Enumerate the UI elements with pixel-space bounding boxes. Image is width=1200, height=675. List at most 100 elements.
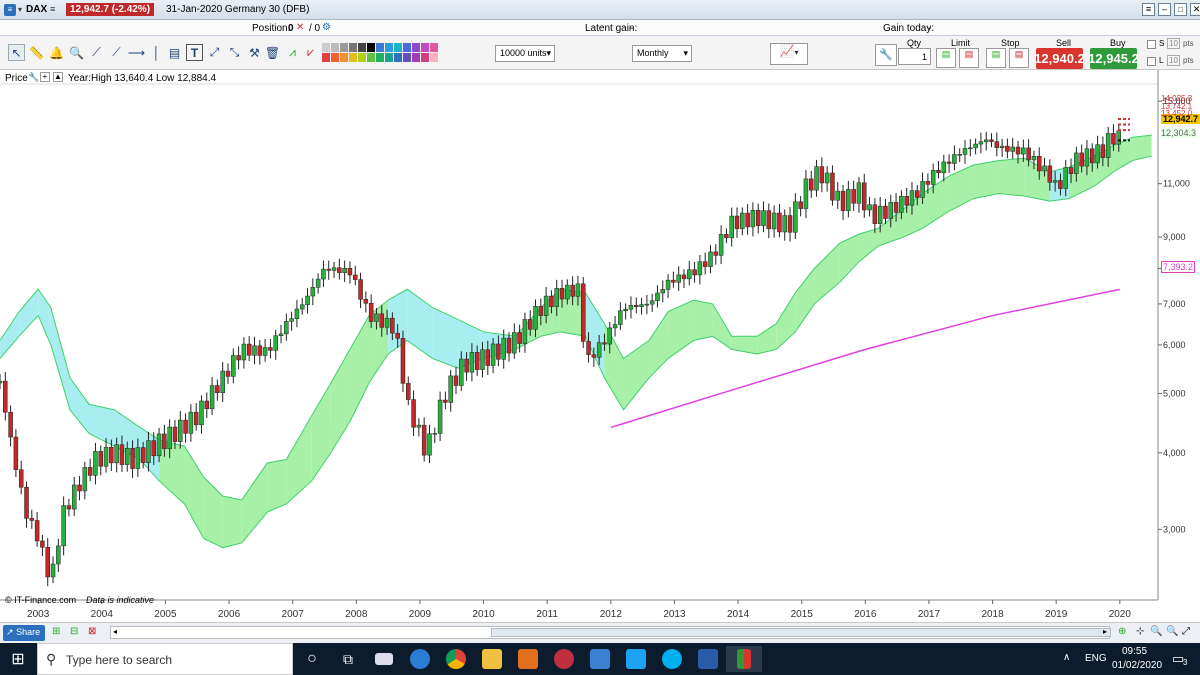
vertical-line-icon[interactable]: │	[148, 44, 165, 61]
fit-icon[interactable]: ⤢	[1182, 626, 1190, 637]
trading-app-icon[interactable]	[726, 646, 762, 672]
chart-zoom-icon[interactable]: ⊕	[1118, 626, 1126, 637]
units-select[interactable]: 10000 units ▾	[495, 45, 555, 62]
hammer-icon[interactable]: ⚒	[246, 44, 263, 61]
close-position-icon[interactable]: ✕	[296, 22, 304, 33]
windows-start-icon[interactable]: ⊞	[0, 646, 36, 672]
candle-body	[740, 212, 745, 229]
price-chart[interactable]: 3,0004,0005,0006,0007,0008,0009,00011,00…	[0, 70, 1200, 622]
wrench-icon[interactable]: 🔧	[875, 44, 897, 66]
zoom-in-icon[interactable]: ⊞	[52, 626, 60, 637]
zoom-icon[interactable]: 🔍	[68, 44, 85, 61]
stop-checkbox[interactable]	[1147, 40, 1156, 49]
chart-scrollbar[interactable]: ◂ ▸	[110, 626, 1111, 639]
stop-buy-icon[interactable]: ▤	[986, 48, 1006, 68]
clock-time[interactable]: 09:55	[1122, 646, 1147, 657]
pattern-red-icon[interactable]: ⩗	[302, 44, 319, 61]
minimize-icon[interactable]: –	[1158, 3, 1171, 16]
scroll-right-icon[interactable]: ▸	[1103, 627, 1107, 636]
window-menu-icon[interactable]: ≡	[1142, 3, 1155, 16]
delete-trash-icon[interactable]: 🗑	[264, 44, 281, 61]
candle-body	[655, 292, 660, 301]
outlook-icon[interactable]	[690, 646, 726, 672]
candle-body	[490, 343, 496, 366]
mail-icon[interactable]	[366, 646, 402, 672]
stop-pts-value[interactable]: 10	[1167, 38, 1180, 49]
skype-icon[interactable]	[654, 646, 690, 672]
candle-body	[724, 234, 729, 239]
candle-body	[215, 385, 220, 393]
sell-button[interactable]: 12,940.2	[1034, 48, 1085, 69]
candle-body	[851, 189, 856, 204]
cortana-icon[interactable]: ○	[294, 646, 330, 672]
qty-input[interactable]	[898, 48, 931, 65]
chart-type-icon[interactable]: ▲	[53, 72, 63, 82]
x-tick-label: 2018	[981, 609, 1004, 620]
browser-app-icon[interactable]	[546, 646, 582, 672]
alert-bell-icon[interactable]: 🔔	[48, 44, 65, 61]
copyright: © IT-Finance.com	[5, 595, 77, 605]
x-tick-label: 2014	[727, 609, 750, 620]
store-icon[interactable]	[582, 646, 618, 672]
candle-body	[368, 303, 374, 322]
pitchfork-icon[interactable]: ⤡	[226, 44, 243, 61]
chevron-down-icon[interactable]: ▾	[18, 5, 22, 14]
limit-label: Limit	[951, 38, 971, 48]
edge-icon[interactable]	[402, 646, 438, 672]
limit-checkbox[interactable]	[1147, 57, 1156, 66]
magnify-plus-icon[interactable]: 🔍	[1150, 626, 1162, 637]
pattern-green-icon[interactable]: ⩘	[284, 44, 301, 61]
trendline-icon[interactable]: ⟋	[88, 44, 105, 61]
text-icon[interactable]: T	[186, 44, 203, 61]
horizontal-line-icon[interactable]: ⟶	[128, 44, 145, 61]
zoom-out-icon[interactable]: ⊟	[70, 626, 78, 637]
candle-body	[225, 370, 231, 377]
y-tick-label: 5,000	[1163, 388, 1186, 398]
crosshair-icon[interactable]: ⊹	[1136, 626, 1144, 637]
tray-chevron-icon[interactable]: ∧	[1063, 652, 1070, 663]
file-explorer-icon[interactable]	[474, 646, 510, 672]
add-indicator-icon[interactable]: +	[40, 72, 50, 82]
candle-body	[607, 327, 613, 345]
task-view-icon[interactable]: ⧉	[330, 646, 366, 672]
settings-gear-icon[interactable]: ⚙	[322, 22, 331, 33]
candle-body	[512, 332, 517, 354]
chrome-icon[interactable]	[438, 646, 474, 672]
limit-sell-icon[interactable]: ▤	[959, 48, 979, 68]
period-select[interactable]: Monthly ▾	[632, 45, 692, 62]
candle-body	[459, 358, 464, 386]
language-indicator[interactable]: ENG	[1085, 653, 1107, 664]
candle-body	[71, 484, 77, 510]
price-chart-area[interactable]: 3,0004,0005,0006,0007,0008,0009,00011,00…	[0, 70, 1200, 622]
reset-zoom-icon[interactable]: ⊠	[88, 626, 96, 637]
color-palette[interactable]	[322, 43, 438, 63]
clock-date[interactable]: 01/02/2020	[1112, 660, 1162, 671]
candle-body	[485, 349, 491, 366]
candle-body	[474, 352, 480, 370]
magnify-minus-icon[interactable]: 🔍	[1166, 626, 1178, 637]
taskbar-search-box[interactable]: ⚲ Type here to search	[37, 643, 293, 675]
close-icon[interactable]: ✕	[1190, 3, 1200, 16]
cursor-icon[interactable]: ↖	[8, 44, 25, 61]
twitter-icon[interactable]	[618, 646, 654, 672]
ruler-icon[interactable]: 📏	[28, 44, 45, 61]
maximize-icon[interactable]: □	[1174, 3, 1187, 16]
limit-pts-value[interactable]: 10	[1167, 55, 1180, 66]
instrument-menu-icon[interactable]: ≡	[50, 4, 55, 14]
candle-body	[718, 234, 724, 256]
candle-body	[289, 318, 294, 322]
channel-icon[interactable]: ⤢	[206, 44, 223, 61]
fibonacci-icon[interactable]: ▤	[166, 44, 183, 61]
stop-sell-icon[interactable]: ▤	[1009, 48, 1029, 68]
ray-icon[interactable]: ⟋	[108, 44, 125, 61]
buy-button[interactable]: 12,945.2	[1088, 48, 1139, 69]
scroll-left-icon[interactable]: ◂	[113, 627, 117, 636]
limit-buy-icon[interactable]: ▤	[936, 48, 956, 68]
price-wrench-icon[interactable]: 🔧	[28, 72, 39, 83]
instrument-name[interactable]: DAX	[26, 4, 47, 15]
indicators-button[interactable]: 📈▾	[770, 43, 808, 65]
candle-body	[634, 305, 639, 307]
share-button[interactable]: ↗ Share	[3, 625, 45, 641]
scrollbar-thumb[interactable]	[491, 628, 1111, 637]
media-player-icon[interactable]	[510, 646, 546, 672]
